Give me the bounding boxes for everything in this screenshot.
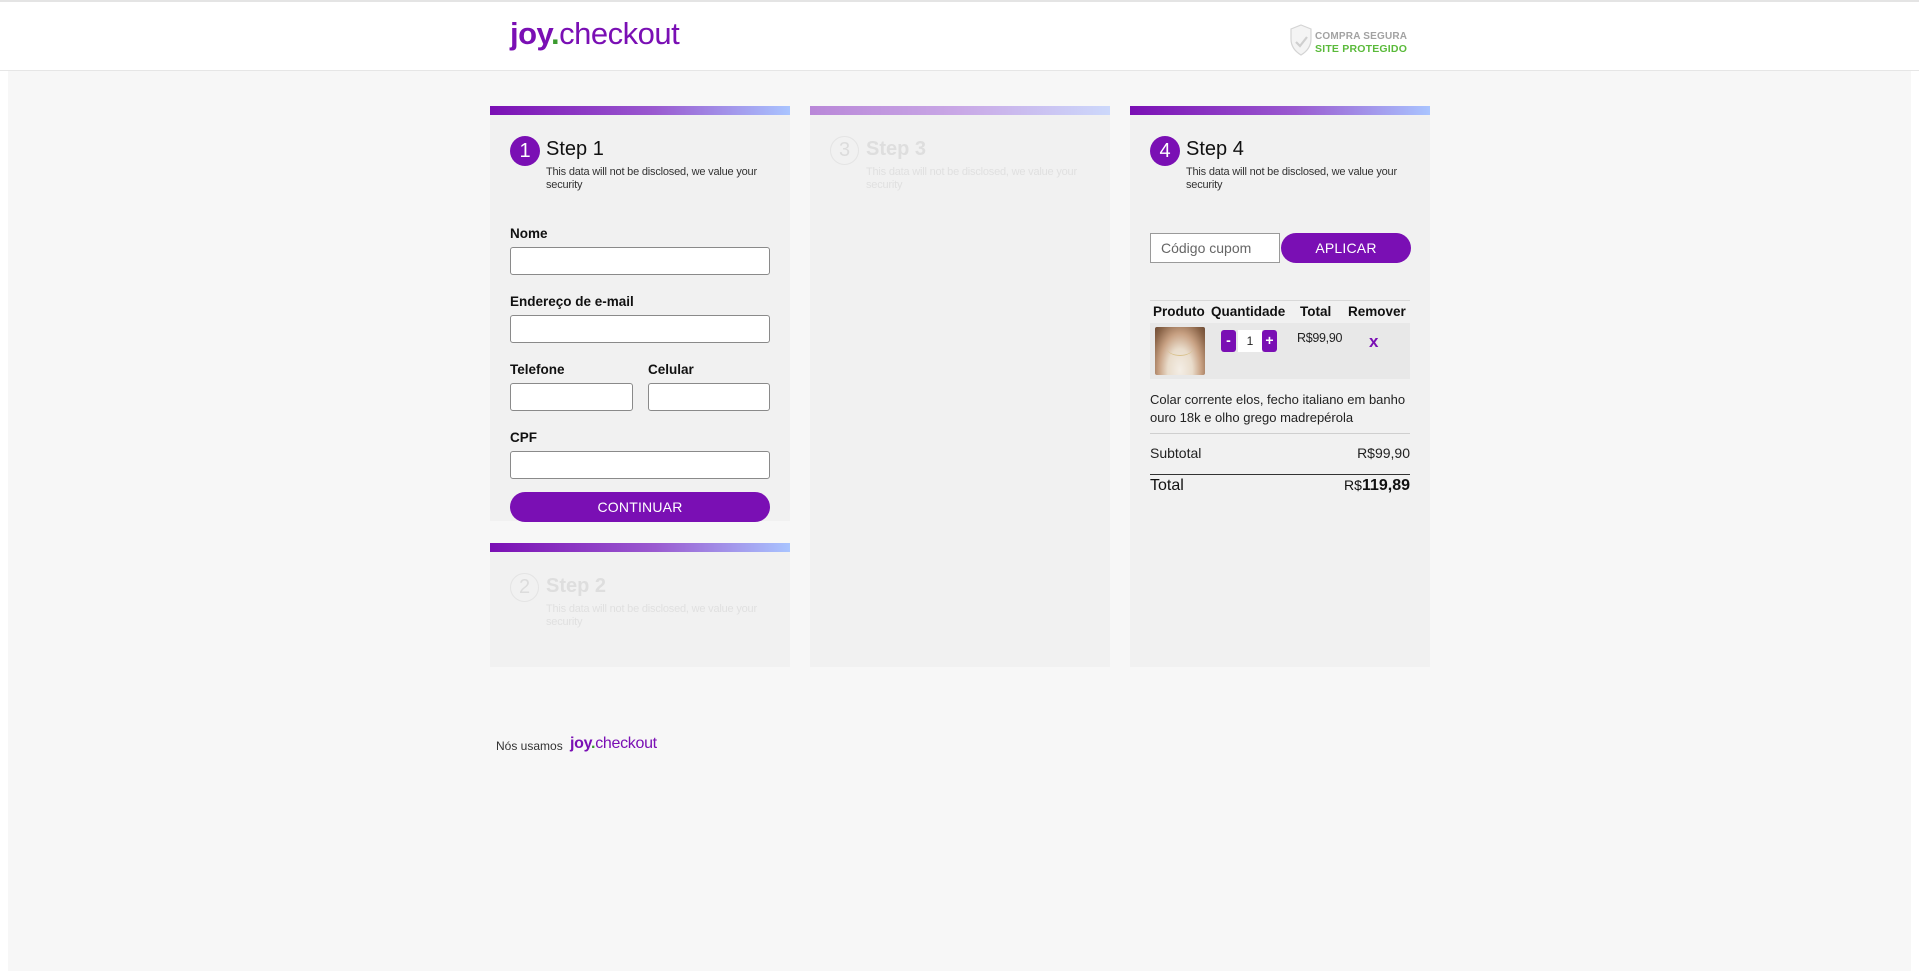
step1-subtitle: This data will not be disclosed, we valu… [546,166,757,191]
necklace-chain-shape [1167,341,1193,356]
step4-subtitle: This data will not be disclosed, we valu… [1186,166,1397,191]
step4-panel: 4 Step 4 This data will not be disclosed… [1130,106,1430,667]
mobile-label: Celular [648,362,694,377]
footer-logo[interactable]: joy.checkout [570,735,657,753]
shield-check-icon [1290,24,1312,56]
step4-number: 4 [1150,136,1180,166]
security-badge: COMPRA SEGURA SITE PROTEGIDO [1289,24,1419,56]
step1-panel: 1 Step 1 This data will not be disclosed… [490,106,790,522]
step2-title: Step 2 [546,575,607,597]
product-description: Colar corrente elos, fecho italiano em b… [1150,392,1406,425]
mobile-input[interactable] [648,383,770,411]
joy-checkout-logo[interactable]: joy.checkout [510,16,680,52]
header: joy.checkout COMPRA SEGURA SITE PROTEGID… [0,2,1919,71]
cart-table-header: Produto Quantidade Total Remover [1150,300,1410,324]
apply-coupon-button[interactable]: APLICAR [1281,233,1411,263]
total-divider [1150,474,1410,475]
cpf-label: CPF [510,430,537,445]
step2-progress-bar [490,543,790,552]
logo-joy: joy [510,16,552,51]
header-product: Produto [1153,304,1205,319]
step1-title: Step 1 [546,138,604,160]
cart-item-row: - 1 + R$99,90 x [1150,323,1410,379]
step1-progress-bar [490,106,790,115]
step3-progress-bar [810,106,1110,115]
row-total: R$99,90 [1297,331,1343,345]
coupon-input[interactable] [1150,233,1280,263]
summary-divider [1150,433,1410,434]
protected-site-text: SITE PROTEGIDO [1315,43,1408,55]
product-thumbnail[interactable] [1155,327,1205,375]
step2-number: 2 [510,573,539,602]
header-quantity: Quantidade [1211,304,1286,319]
email-label: Endereço de e-mail [510,294,634,309]
footer-text: Nós usamos [496,739,563,753]
step2-panel: 2 Step 2 This data will not be disclosed… [490,543,790,667]
name-label: Nome [510,226,548,241]
continue-button[interactable]: CONTINUAR [510,492,770,522]
footer-logo-joy: joy [570,735,592,752]
total-amount: 119,89 [1361,477,1410,494]
step4-title: Step 4 [1186,138,1244,160]
remove-item-button[interactable]: x [1369,332,1378,352]
quantity-plus-button[interactable]: + [1262,330,1277,352]
header-remove: Remover [1348,304,1406,319]
subtotal-label: Subtotal [1150,445,1202,461]
logo-dot: . [551,16,560,51]
secure-purchase-text: COMPRA SEGURA [1315,31,1408,42]
phone-input[interactable] [510,383,633,411]
total-label: Total [1150,477,1184,494]
subtotal-value: R$99,90 [1357,445,1410,461]
quantity-minus-button[interactable]: - [1221,330,1236,352]
quantity-value[interactable]: 1 [1238,330,1262,352]
email-input[interactable] [510,315,770,343]
step4-progress-bar [1130,106,1430,115]
step3-title: Step 3 [866,138,927,160]
cpf-input[interactable] [510,451,770,479]
step3-subtitle: This data will not be disclosed, we valu… [866,166,1077,191]
footer-logo-checkout: checkout [595,735,657,752]
name-input[interactable] [510,247,770,275]
header-total: Total [1300,304,1332,319]
total-currency: R$ [1344,477,1362,493]
total-value: R$119,89 [1344,477,1410,495]
phone-label: Telefone [510,362,565,377]
step3-panel: 3 Step 3 This data will not be disclosed… [810,106,1110,667]
logo-checkout: checkout [559,16,680,51]
step2-subtitle: This data will not be disclosed, we valu… [546,603,757,628]
step1-number: 1 [510,136,540,166]
checkout-main: 1 Step 1 This data will not be disclosed… [8,71,1911,971]
step3-number: 3 [830,136,859,165]
